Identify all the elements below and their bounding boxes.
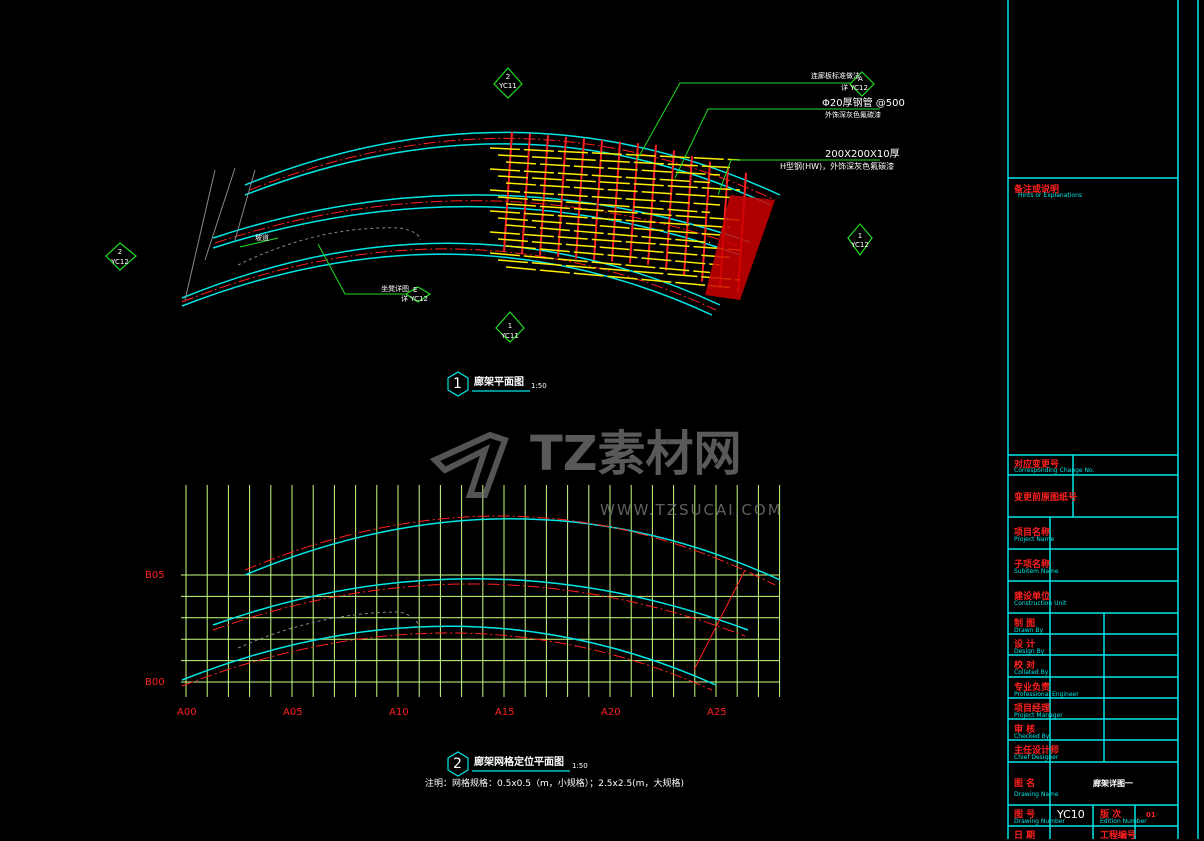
callout-bench-sheet: 详 YC12 [401,295,428,303]
title-row-label-en: Drawn By [1014,627,1044,634]
steel-beam [629,143,639,264]
section-mark-num: 2 [117,248,123,256]
edition-label-en: Edition Number [1100,818,1147,825]
x-axis-label: A25 [707,707,727,718]
replaced-label-cn: 变更前原图纸号 [1014,493,1078,503]
x-axis-label: A20 [601,707,621,718]
x-axis-label: A10 [389,707,409,718]
steel-pipe [497,196,711,214]
drawing-1-number: 1 [453,376,462,392]
y-axis-label: B05 [145,570,165,581]
drawing-2-scale: 1:50 [572,762,588,770]
title-row-label-en: Project Manager [1014,712,1063,719]
title-row-label-en: Collated By [1014,669,1049,676]
drawing-1-title: 廊架平面图 [474,377,524,388]
drawing-name-label-en: Drawing Name [1014,791,1059,798]
callout-bench-letter: E [413,286,418,294]
grid-note: 注明：网格规格：0.5x0.5（m，小规格）；2.5x2.5(m，大规格) [425,779,684,789]
section-mark-sheet: YC12 [851,241,869,249]
title-row-label-en: Project Name [1014,536,1055,543]
steel-members [489,131,775,300]
steel-beam [557,136,567,257]
title-row-label-en: Checked By [1014,733,1050,740]
drawing-name-label-cn: 图 名 [1014,779,1036,789]
steel-beam [611,141,621,262]
grid-plan-arcs [181,515,781,691]
project-no-label-cn: 工程编号 [1100,831,1137,841]
drawing-2-number: 2 [453,756,462,772]
corridor-plan [181,131,781,316]
section-mark-sheet: YC12 [111,258,129,266]
steel-pipe [505,161,721,176]
callout-a-text: 连廊板标准做法 [811,72,860,80]
x-axis-label: A05 [283,707,303,718]
section-mark-num: 1 [507,322,513,330]
callout-a-letter: A [858,75,863,83]
section-mark-sheet: YC11 [501,332,519,340]
steel-beam [521,133,531,254]
steel-beam [539,135,549,256]
callout-a-sheet: 详 YC12 [841,84,868,92]
change-label-en: Corresponding Change No. [1014,467,1095,474]
drawing-2-title: 廊架网格定位平面图 [474,757,564,768]
ramp-label: 坡道 [255,234,269,242]
callout-steel-text: 200X200X10厚 [825,149,900,160]
title-row-label-en: Subitem Name [1014,568,1059,575]
steel-pipe [489,210,731,229]
steel-pipe [497,154,731,169]
drawing-number-value: YC10 [1057,808,1085,821]
watermark-logo [430,420,520,500]
title-row-label-en: Construction Unit [1014,600,1067,607]
section-mark-num: 1 [857,232,863,240]
callout-pipe-text: Φ20厚钢管 @500 [822,98,905,109]
edition-value: 01 [1146,811,1156,819]
callout-steel-sub: H型钢(HW)，外饰深灰色氟碳漆 [780,162,895,171]
watermark-url: WWW.TZSUCAI.COM [600,501,783,519]
title-row-label-en: Chief Designer [1014,754,1059,761]
date-label-cn: 日 期 [1014,831,1036,841]
notes-label-en: Hints or Explanations [1018,192,1083,199]
steel-beam [575,138,585,259]
section-mark-num: 2 [505,73,511,81]
drawing-name-value: 廊架详图一 [1093,779,1133,788]
callout-pipe-sub: 外饰深灰色氟碳漆 [825,111,881,119]
steel-beam [593,139,603,261]
drawing-1-scale: 1:50 [531,382,547,390]
section-mark-sheet: YC11 [499,82,517,90]
y-axis-label: B00 [145,677,165,688]
title-row-label-en: Design By [1014,648,1045,655]
x-axis-label: A00 [177,707,197,718]
x-axis-label: A15 [495,707,515,718]
title-row-label-en: Professional Engineer [1014,691,1079,698]
watermark-text: TZ素材网 [530,426,742,482]
callout-bench-text: 坐凳详图 [381,285,409,293]
